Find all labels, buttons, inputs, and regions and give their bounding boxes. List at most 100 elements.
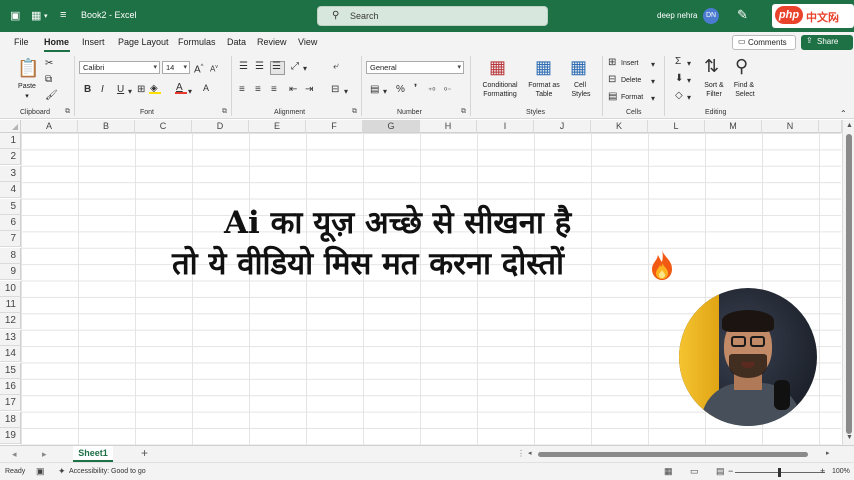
row-header-9[interactable]: 9 [0,264,21,281]
search-box[interactable]: ⚲ Search [317,6,548,26]
format-as-table-label-1[interactable]: Format as [524,81,564,90]
autosum-dropdown-icon[interactable]: ▾ [687,58,691,70]
insert-cells-icon[interactable]: ⊞ [608,57,616,69]
paste-label[interactable]: Paste [14,82,40,91]
percent-icon[interactable]: % [396,84,405,96]
clipboard-launcher-icon[interactable]: ⧉ [65,108,70,116]
user-avatar[interactable]: DN [703,8,719,24]
wrap-text-icon[interactable]: ⤶ [333,61,339,73]
column-header-partial[interactable] [819,120,842,133]
row-header-4[interactable]: 4 [0,182,21,199]
tab-split-handle[interactable]: ⋮ [517,449,525,458]
row-header-12[interactable]: 12 [0,313,21,330]
accessibility-status[interactable]: Accessibility: Good to go [69,468,146,475]
select-all-corner[interactable] [0,120,21,133]
copy-icon[interactable]: ⧉ [45,74,52,86]
row-header-7[interactable]: 7 [0,231,21,248]
align-bottom-icon[interactable]: ☰ [272,61,281,73]
conditional-formatting-label-2[interactable]: Formatting [474,90,526,99]
align-right-icon[interactable]: ≡ [271,84,277,96]
accounting-format-icon[interactable]: ▤ [370,84,379,96]
decrease-indent-icon[interactable]: ⇤ [289,84,297,96]
merge-center-icon[interactable]: ⊟ [331,84,339,96]
alignment-launcher-icon[interactable]: ⧉ [352,108,357,116]
paste-icon[interactable]: 📋 [17,58,39,78]
column-header-c[interactable]: C [135,120,192,133]
column-header-m[interactable]: M [705,120,762,133]
sheet-tab-sheet1[interactable]: Sheet1 [73,446,113,462]
add-sheet-icon[interactable]: + [141,446,148,460]
qat-dropdown-icon[interactable]: ▾ [44,12,48,20]
row-header-10[interactable]: 10 [0,280,21,297]
insert-cells-label[interactable]: Insert [621,59,639,68]
row-header-1[interactable]: 1 [0,133,21,149]
horizontal-scrollbar[interactable]: ◂ ▸ [528,450,838,459]
tab-home[interactable]: Home [44,37,69,47]
row-header-18[interactable]: 18 [0,411,21,428]
row-header-8[interactable]: 8 [0,247,21,264]
column-header-h[interactable]: H [420,120,477,133]
tab-insert[interactable]: Insert [82,37,105,47]
comma-style-icon[interactable]: ❜ [414,83,417,95]
align-center-icon[interactable]: ≡ [255,84,261,96]
accessibility-icon[interactable]: ✦ [58,466,66,477]
sheet-next-icon[interactable]: ▸ [42,449,47,460]
row-header-6[interactable]: 6 [0,215,21,231]
conditional-formatting-label-1[interactable]: Conditional [474,81,526,90]
font-name-select[interactable]: Calibri ▾ [79,61,160,74]
merge-dropdown-icon[interactable]: ▾ [344,86,348,98]
close-icon[interactable]: ✕ [832,6,843,22]
format-cells-icon[interactable]: ▤ [608,91,617,103]
format-cells-label[interactable]: Format [621,93,643,102]
zoom-slider-knob[interactable] [778,468,781,477]
row-header-14[interactable]: 14 [0,346,21,363]
column-header-l[interactable]: L [648,120,705,133]
tab-data[interactable]: Data [227,37,246,47]
delete-cells-label[interactable]: Delete [621,76,641,85]
comments-button[interactable]: ▭ Comments [732,35,796,50]
autosum-icon[interactable]: Σ [675,56,681,68]
customize-qat-icon[interactable]: ≡ [60,9,66,21]
zoom-out-icon[interactable]: − [728,466,733,476]
align-middle-icon[interactable]: ☰ [255,61,264,73]
cell-styles-label-2[interactable]: Styles [566,90,596,99]
conditional-formatting-icon[interactable]: ▦ [489,57,506,77]
format-as-table-icon[interactable]: ▦ [535,57,552,77]
align-top-icon[interactable]: ☰ [239,61,248,73]
paste-dropdown-icon[interactable]: ▾ [22,92,32,101]
underline-icon[interactable]: U [117,84,124,96]
underline-dropdown-icon[interactable]: ▾ [128,86,132,98]
column-header-e[interactable]: E [249,120,306,133]
fill-icon[interactable]: ⬇ [675,73,683,85]
decrease-decimal-icon[interactable]: ⁰⁻ [444,85,451,97]
format-dropdown-icon[interactable]: ▾ [651,93,655,105]
number-launcher-icon[interactable]: ⧉ [461,108,466,116]
row-header-11[interactable]: 11 [0,297,21,313]
horizontal-scroll-thumb[interactable] [538,452,808,457]
pen-icon[interactable]: ✎ [737,7,748,23]
vertical-scrollbar[interactable]: ▲ ▼ [842,120,854,445]
scroll-right-icon[interactable]: ▸ [826,449,830,457]
font-launcher-icon[interactable]: ⧉ [222,108,227,116]
sort-filter-label-2[interactable]: Filter [699,90,729,99]
scroll-up-icon[interactable]: ▲ [846,122,853,129]
clear-icon[interactable]: ◇ [675,90,683,102]
page-layout-view-icon[interactable]: ▭ [690,466,699,477]
tab-view[interactable]: View [298,37,317,47]
cell-styles-icon[interactable]: ▦ [570,57,587,77]
row-header-17[interactable]: 17 [0,395,21,412]
tab-page-layout[interactable]: Page Layout [118,37,169,47]
page-break-view-icon[interactable]: ▤ [716,466,725,477]
vertical-scroll-thumb[interactable] [846,134,852,434]
zoom-level[interactable]: 100% [832,468,850,475]
share-button[interactable]: ⇪ Share [801,35,853,50]
cell-styles-label-1[interactable]: Cell [566,81,594,90]
grow-font-icon[interactable]: A^ [194,61,204,76]
tab-review[interactable]: Review [257,37,287,47]
row-header-5[interactable]: 5 [0,198,21,215]
tab-file[interactable]: File [14,37,29,47]
column-header-a[interactable]: A [21,120,78,133]
column-header-i[interactable]: I [477,120,534,133]
clear-format-icon[interactable]: A [203,82,209,94]
row-header-2[interactable]: 2 [0,149,21,166]
